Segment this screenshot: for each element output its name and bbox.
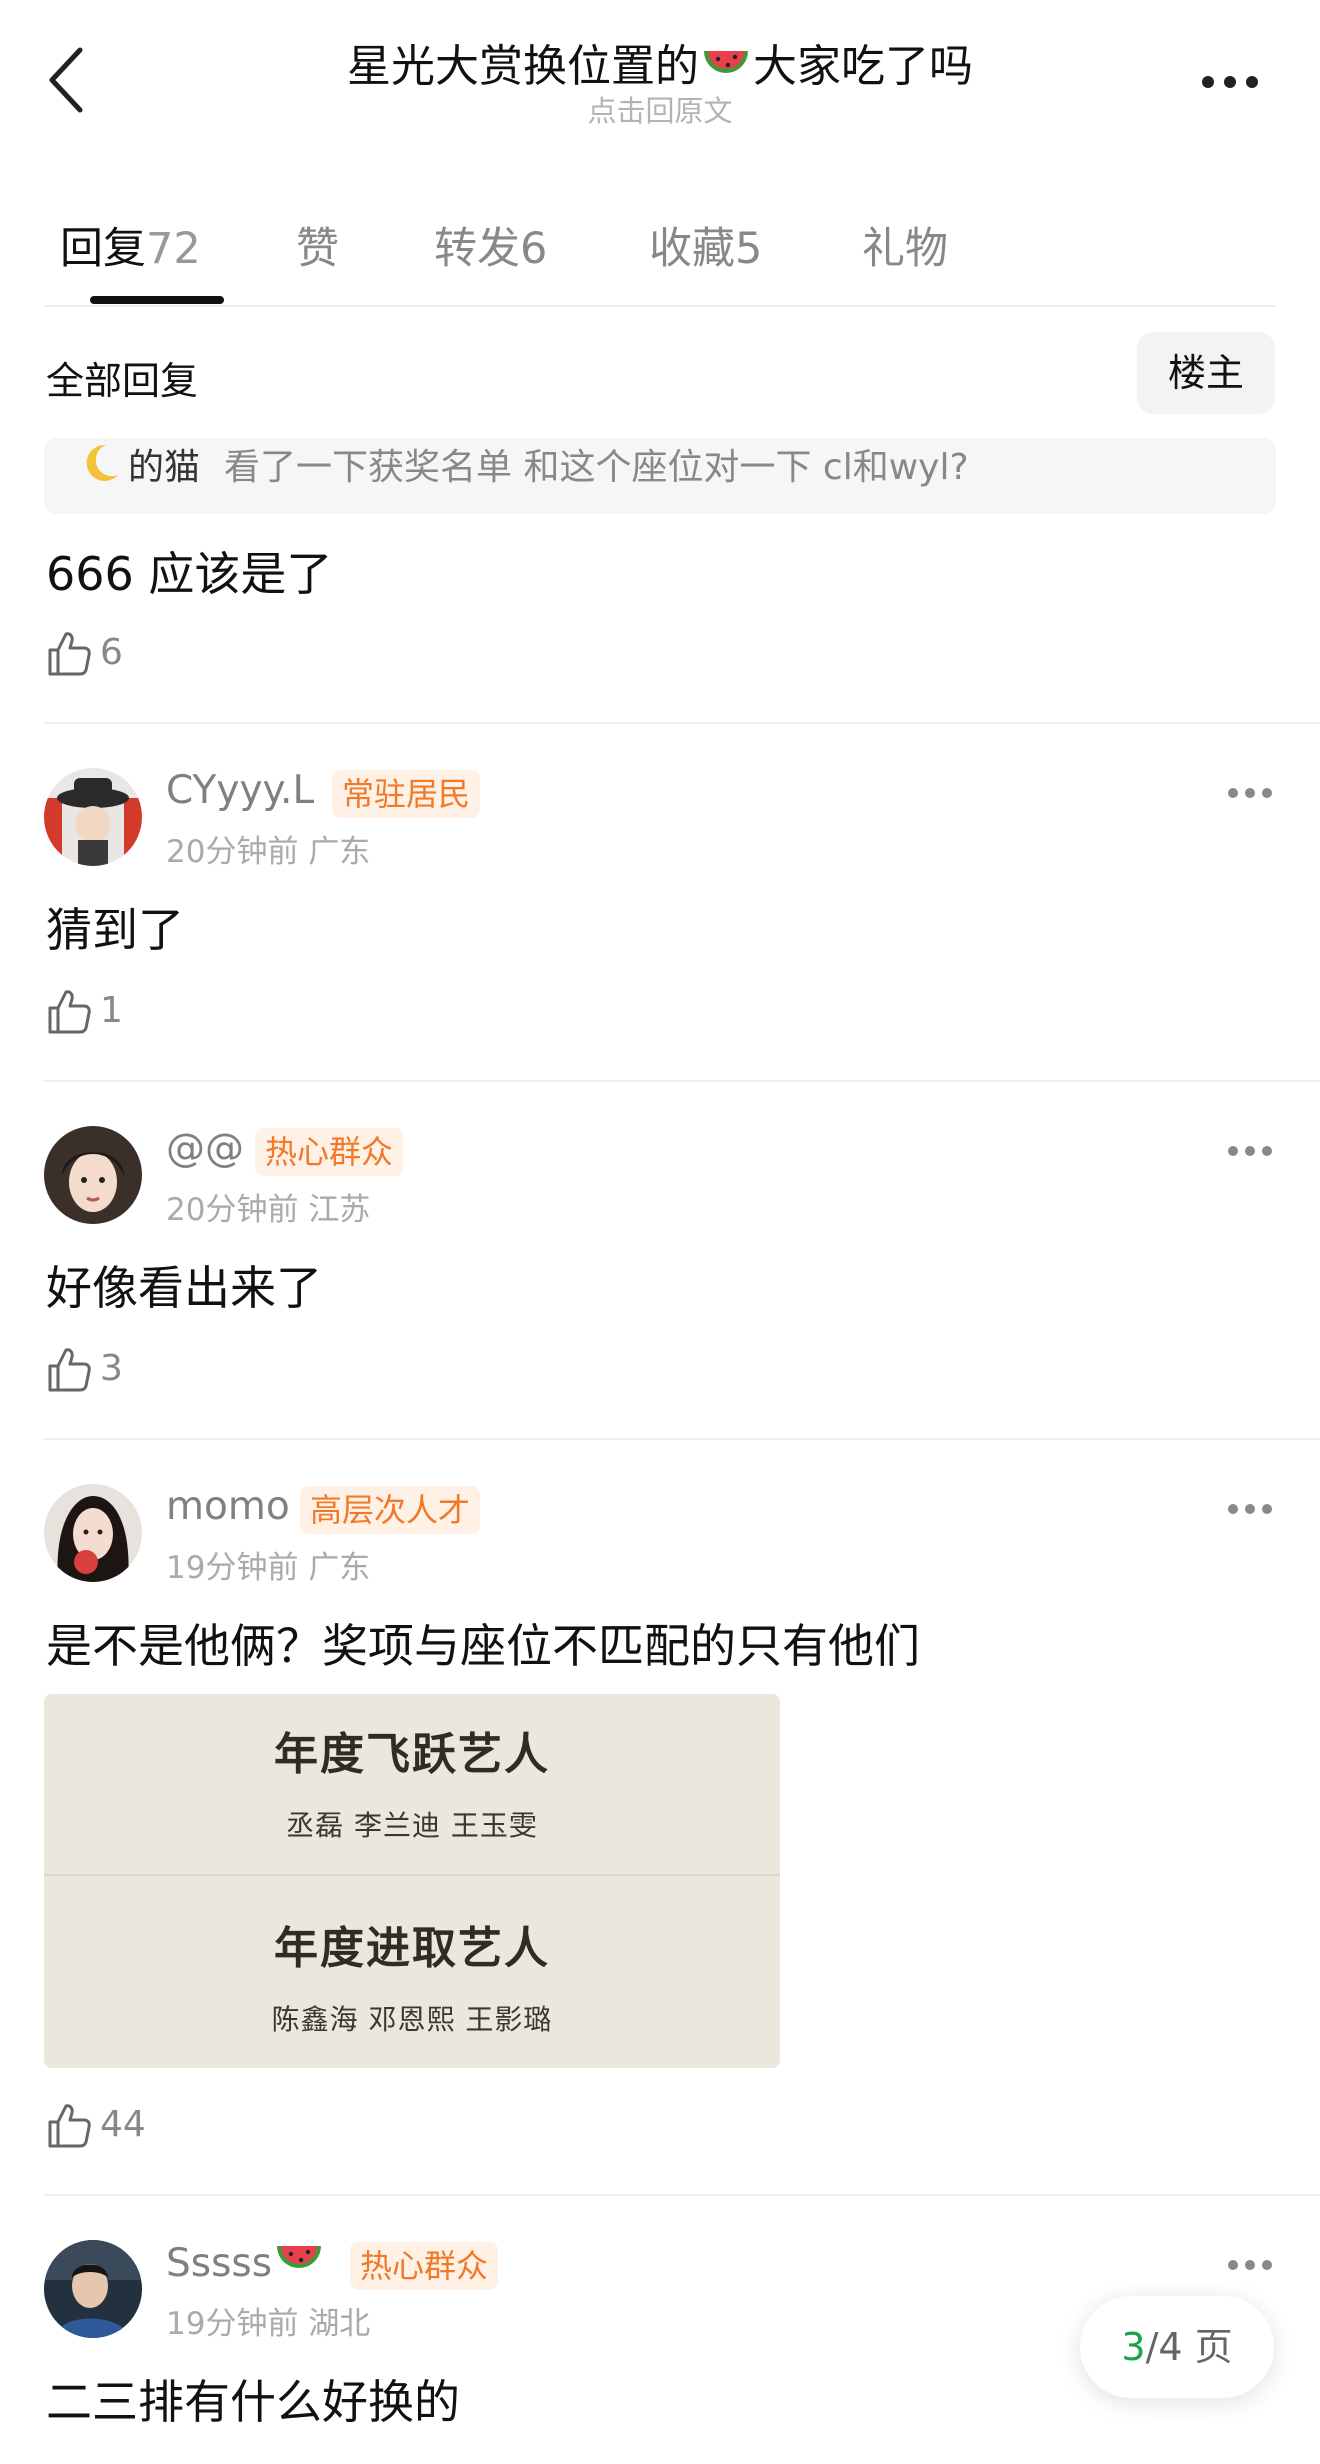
quoted-reply[interactable]: 的猫 看了一下获奖名单 和这个座位对一下 cl和wyl? [44, 438, 1276, 514]
comment-text: 666 应该是了 [46, 547, 333, 601]
top-bar: 星光大赏换位置的 大家吃了吗 点击回原文 [0, 0, 1320, 150]
comment-text: 是不是他俩？奖项与座位不匹配的只有他们 [46, 1619, 920, 1673]
divider [44, 1874, 780, 1876]
comment-username[interactable]: Sssss [166, 2240, 326, 2292]
tab-likes[interactable]: 赞 [296, 214, 339, 276]
tab-gifts[interactable]: 礼物 [862, 214, 948, 276]
like-count: 44 [100, 2104, 146, 2145]
tab-replies[interactable]: 回复72 [60, 214, 201, 276]
comment-text: 猜到了 [46, 903, 184, 957]
more-dots-icon[interactable] [1228, 782, 1272, 806]
user-badge: 常驻居民 [332, 770, 481, 818]
like-count: 1 [100, 990, 123, 1031]
back-arrow-icon[interactable] [38, 40, 98, 120]
avatar[interactable] [44, 768, 142, 866]
comment-meta: 19分钟前 湖北 [166, 2306, 371, 2342]
divider [44, 1438, 1320, 1440]
tab-favorites[interactable]: 收藏5 [649, 214, 762, 276]
like-count: 3 [100, 1348, 123, 1389]
user-badge: 热心群众 [255, 1128, 404, 1176]
title-text-end: 大家吃了吗 [753, 41, 973, 92]
thumbs-up-icon [48, 632, 91, 676]
watermelon-emoji-icon [274, 2240, 324, 2292]
award-nominees: 陈鑫海 邓恩熙 王影璐 [271, 2003, 553, 2036]
divider [44, 1080, 1320, 1082]
thumbs-up-icon [48, 2104, 91, 2148]
more-dots-icon[interactable] [1228, 2254, 1272, 2278]
avatar[interactable] [44, 2240, 142, 2338]
comment-username[interactable]: momo [166, 1484, 290, 1529]
award-title: 年度进取艺人 [274, 1923, 550, 1974]
active-tab-indicator [90, 296, 224, 304]
back-to-original-link[interactable]: 点击回原文 [200, 88, 1120, 130]
page-indicator[interactable]: 3/4 页 [1080, 2296, 1274, 2398]
comment-username[interactable]: @@ [166, 1126, 244, 1171]
comment-text: 好像看出来了 [46, 1261, 322, 1315]
user-badge: 高层次人才 [300, 1486, 481, 1534]
tab-reposts[interactable]: 转发6 [434, 214, 547, 276]
comment-meta: 20分钟前 江苏 [166, 1192, 371, 1228]
divider [44, 2194, 1320, 2196]
quoted-username[interactable]: 的猫 [128, 447, 200, 488]
quoted-text: 看了一下获奖名单 和这个座位对一下 cl和wyl? [224, 447, 969, 488]
divider [44, 722, 1320, 724]
tab-bar: 回复72 赞 转发6 收藏5 礼物 [0, 200, 1320, 310]
moon-emoji-icon [78, 441, 122, 504]
more-dots-icon[interactable] [1228, 1498, 1272, 1522]
attached-image[interactable]: 年度飞跃艺人 丞磊 李兰迪 王玉雯 年度进取艺人 陈鑫海 邓恩熙 王影璐 [44, 1694, 780, 2068]
avatar[interactable] [44, 1484, 142, 1582]
user-badge: 热心群众 [350, 2242, 499, 2290]
comment-meta: 20分钟前 广东 [166, 834, 371, 870]
avatar[interactable] [44, 1126, 142, 1224]
more-dots-icon[interactable] [1190, 60, 1270, 100]
divider [44, 305, 1276, 307]
like-count: 6 [100, 632, 123, 673]
award-nominees: 丞磊 李兰迪 王玉雯 [286, 1809, 538, 1842]
thumbs-up-icon [48, 990, 91, 1034]
thumbs-up-icon [48, 1348, 91, 1392]
award-title: 年度飞跃艺人 [274, 1729, 550, 1780]
comment-meta: 19分钟前 广东 [166, 1550, 371, 1586]
title-text-start: 星光大赏换位置的 [347, 41, 699, 92]
comment-text: 二三排有什么好换的 [46, 2375, 460, 2429]
all-replies-label: 全部回复 [46, 359, 199, 403]
comment-username[interactable]: CYyyy.L [166, 768, 314, 813]
owner-filter-button[interactable]: 楼主 [1137, 332, 1275, 414]
more-dots-icon[interactable] [1228, 1140, 1272, 1164]
